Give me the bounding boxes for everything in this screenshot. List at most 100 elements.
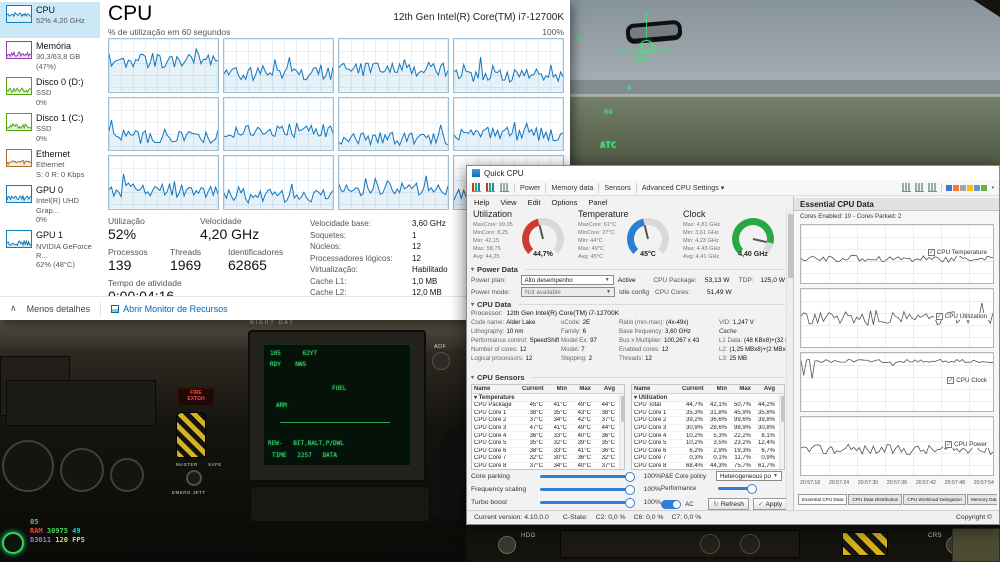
column-header-avg[interactable]: Avg bbox=[594, 386, 618, 392]
tool-icon[interactable] bbox=[915, 183, 925, 192]
checkbox-checked-icon[interactable]: ✓ bbox=[947, 377, 955, 384]
power-toolbar-button[interactable]: Power bbox=[520, 183, 540, 192]
core-usage-sparkline bbox=[339, 156, 448, 209]
column-header-max[interactable]: Max bbox=[730, 386, 754, 392]
menu-view[interactable]: View bbox=[500, 198, 516, 207]
hud-waypoint-ring bbox=[640, 40, 653, 53]
chart-legend-cpu-utilization[interactable]: ✓ CPU Utilization bbox=[933, 313, 989, 320]
less-details-link[interactable]: Menos detalhes bbox=[27, 304, 91, 314]
sensor-group-temperature[interactable]: ▾ Temperature bbox=[472, 394, 624, 402]
tab-cpu-data-distribution[interactable]: CPU Data Distribution bbox=[848, 494, 903, 505]
chart-legend-cpu-power[interactable]: ✓ CPU Power bbox=[943, 441, 989, 448]
sidebar-item-ethernet[interactable]: Ethernet Ethernet S: 0 R: 0 Kbps bbox=[0, 146, 100, 182]
sensor-value: 44°C bbox=[601, 402, 615, 409]
sensor-value: 36,6% bbox=[709, 417, 727, 424]
power-plan-select[interactable]: Alto desempenho ▼ bbox=[520, 275, 614, 285]
menu-panel[interactable]: Panel bbox=[588, 198, 607, 207]
sidebar-item-text: Memória 30,3/63,8 GB (47%) bbox=[36, 41, 98, 71]
frequency-scaling-slider[interactable] bbox=[540, 485, 635, 495]
ac-toggle[interactable] bbox=[661, 499, 681, 509]
column-header-min[interactable]: Min bbox=[546, 386, 570, 392]
utilization-sensor-table[interactable]: Name Current Min Max Avg ▾ Utilization CPU Tot… bbox=[631, 384, 785, 470]
menu-options[interactable]: Options bbox=[552, 198, 578, 207]
sensor-group-utilization[interactable]: ▾ Utilization bbox=[632, 394, 784, 402]
column-header-max[interactable]: Max bbox=[570, 386, 594, 392]
idle-config-link[interactable]: Idle config bbox=[619, 289, 651, 296]
turbo-boost-slider[interactable] bbox=[540, 498, 635, 508]
core-usage-sparkline bbox=[454, 39, 563, 92]
section-header[interactable]: CPU Data bbox=[471, 299, 785, 309]
tool-icon[interactable] bbox=[928, 183, 938, 192]
menu-help[interactable]: Help bbox=[474, 198, 489, 207]
menu-edit[interactable]: Edit bbox=[528, 198, 541, 207]
column-header-name[interactable]: Name bbox=[472, 386, 522, 392]
section-header[interactable]: Power Data bbox=[471, 264, 785, 274]
tab-memory-data[interactable]: Memory Data bbox=[966, 494, 997, 505]
cpu-data-cell: L2: (1,25 MBx8)+(2 MBx4) bbox=[719, 346, 791, 353]
pe-core-policy-select[interactable]: Heterogeneous policy▼ bbox=[716, 471, 782, 481]
core-parking-slider[interactable] bbox=[540, 472, 635, 482]
temperature-sensor-table[interactable]: Name Current Min Max Avg ▾ Temperature CPU Pac… bbox=[471, 384, 625, 470]
power-plan-status: Active bbox=[617, 276, 636, 284]
chart-legend-cpu-clock[interactable]: ✓ CPU Clock bbox=[945, 377, 989, 384]
chart-legend-cpu-temperature[interactable]: ✓ CPU Temperature bbox=[925, 249, 989, 256]
cores-enabled-note: Cores Enabled: 10 - Cores Parked: 2 bbox=[800, 213, 902, 220]
sensor-row: CPU Package 45°C 41°C 49°C 44°C bbox=[472, 402, 624, 410]
grid-chart-icon[interactable] bbox=[500, 183, 509, 192]
page-title: CPU bbox=[108, 2, 153, 25]
sidebar-item-disco-0-d[interactable]: Disco 0 (D:) SSD 0% bbox=[0, 74, 100, 110]
tab-cpu-workload-delegation[interactable]: CPU Workload Delegation bbox=[903, 494, 966, 505]
column-header-min[interactable]: Min bbox=[706, 386, 730, 392]
tool-icon[interactable] bbox=[902, 183, 912, 192]
line-chart-icon[interactable] bbox=[486, 183, 495, 192]
tab-essential-cpu-data[interactable]: Essential CPU Data bbox=[798, 494, 848, 505]
open-resource-monitor-link[interactable]: Abrir Monitor de Recursos bbox=[111, 304, 228, 314]
checkbox-checked-icon[interactable]: ✓ bbox=[935, 313, 943, 320]
cpu-data-label: Enabled cores: bbox=[619, 346, 660, 353]
sensor-name: CPU Core 3 bbox=[634, 425, 667, 432]
bar-chart-icon[interactable] bbox=[472, 183, 481, 192]
power-mode-select[interactable]: Not available ▼ bbox=[521, 287, 615, 297]
sidebar-item-disco-1-c[interactable]: Disco 1 (C:) SSD 0% bbox=[0, 110, 100, 146]
column-header-avg[interactable]: Avg bbox=[754, 386, 778, 392]
section-header[interactable]: CPU Sensors bbox=[471, 372, 785, 382]
fps-draw-value: D3011 bbox=[30, 536, 52, 545]
refresh-button[interactable]: ↻ Refresh bbox=[708, 498, 749, 510]
time-label: 20:57:30 bbox=[857, 480, 879, 486]
cpu-data-cell: Model Ex: 97 bbox=[561, 337, 617, 344]
chart-legend-label: CPU Clock bbox=[956, 377, 987, 384]
checkbox-checked-icon[interactable]: ✓ bbox=[927, 249, 935, 256]
performance-slider[interactable] bbox=[718, 484, 757, 494]
left-pane-scrollbar[interactable] bbox=[786, 208, 793, 510]
sidebar-item-gpu-0[interactable]: GPU 0 Intel(R) UHD Grap... 0% bbox=[0, 182, 100, 227]
apply-button[interactable]: ✓ Apply bbox=[752, 498, 787, 510]
cpu-cores-value: 51,49 W bbox=[707, 288, 732, 296]
hud-altitude: -15 bbox=[570, 34, 583, 42]
sidebar-item-gpu-1[interactable]: GPU 1 NVIDIA GeForce R... 62% (48°C) bbox=[0, 227, 100, 272]
memory-data-toolbar-button[interactable]: Memory data bbox=[551, 183, 593, 192]
column-header-current[interactable]: Current bbox=[682, 386, 706, 392]
scrollbar-thumb[interactable] bbox=[621, 396, 624, 422]
cpu-package-value: 53,13 W bbox=[704, 276, 730, 284]
table-scrollbar[interactable] bbox=[619, 394, 624, 469]
quickcpu-titlebar[interactable]: Quick CPU bbox=[467, 166, 999, 180]
crs-label: CRS bbox=[928, 533, 943, 539]
column-header-name[interactable]: Name bbox=[632, 386, 682, 392]
gauge-stat-line: Max: 49°C bbox=[578, 246, 605, 253]
checkbox-checked-icon[interactable]: ✓ bbox=[945, 441, 953, 448]
advanced-cpu-settings-button[interactable]: Advanced CPU Settings ▾ bbox=[642, 183, 725, 192]
chevron-down-icon[interactable]: ▾ bbox=[991, 185, 994, 191]
table-scrollbar[interactable] bbox=[779, 394, 784, 469]
column-header-current[interactable]: Current bbox=[522, 386, 546, 392]
gauge-stat-line: Min: 44°C bbox=[578, 238, 603, 245]
sensor-name: CPU Core 1 bbox=[634, 409, 667, 416]
scrollbar-thumb[interactable] bbox=[781, 396, 784, 422]
sidebar-item-cpu[interactable]: CPU 52% 4,20 GHz bbox=[0, 2, 100, 38]
stat-label: Utilização bbox=[108, 216, 145, 226]
color-palette-icon[interactable] bbox=[946, 184, 988, 191]
cpu-data-label: Model Ex: bbox=[561, 337, 589, 344]
sensors-toolbar-button[interactable]: Sensors bbox=[604, 183, 630, 192]
stat-value: 62865 bbox=[228, 257, 267, 273]
sidebar-item-mem-ria[interactable]: Memória 30,3/63,8 GB (47%) bbox=[0, 38, 100, 74]
sensor-value: 38°C bbox=[601, 409, 615, 416]
